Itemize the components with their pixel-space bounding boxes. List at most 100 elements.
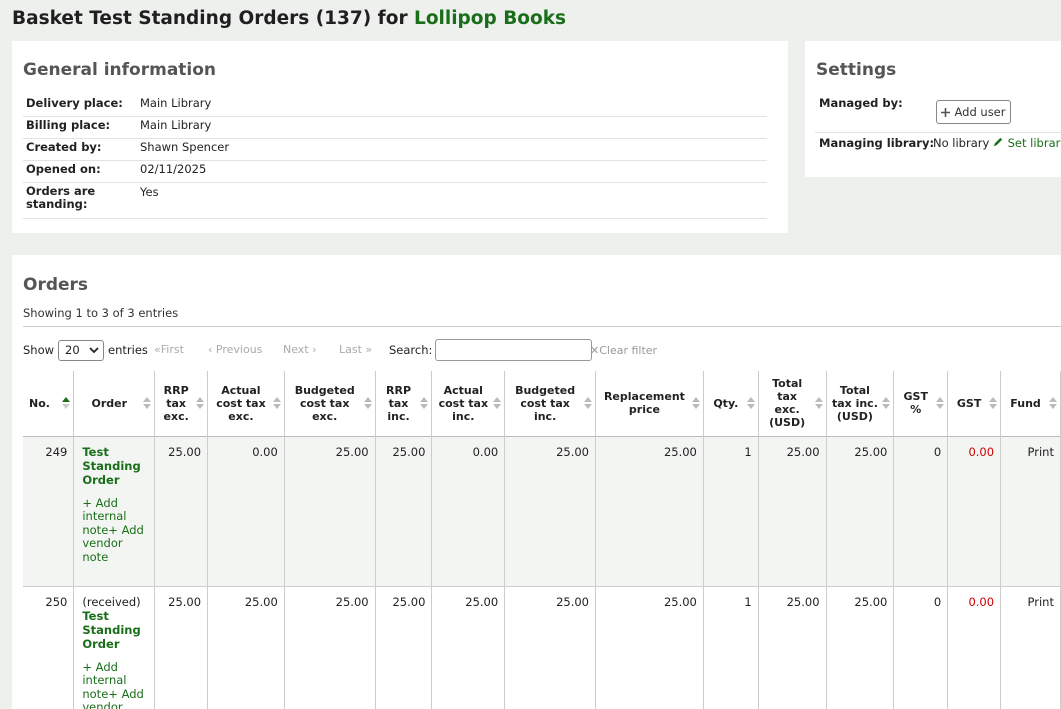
order-title-link[interactable]: Test Standing Order: [82, 609, 150, 651]
note-links: + Add internal note+ Add vendor note: [82, 495, 150, 565]
cell-budgeted-exc: 25.00: [284, 586, 376, 709]
col-header-replacement-price-label: Replacement price: [603, 390, 685, 417]
settings-panel: Settings Managed by: Add user Managing l…: [805, 41, 1061, 177]
page-title-text: Basket Test Standing Orders (137) for: [12, 8, 408, 29]
cell-budgeted-inc: 25.00: [504, 436, 597, 586]
delivery-place-value: Main Library: [140, 92, 767, 117]
general-information-panel: General information Delivery place: Main …: [12, 41, 788, 233]
cell-fund: Print: [1000, 586, 1061, 709]
plus-icon: [941, 107, 951, 117]
col-header-order[interactable]: Order: [73, 371, 156, 436]
sort-icon: [363, 397, 372, 410]
orders-divider: [23, 326, 1061, 327]
orders-panel: Orders Showing 1 to 3 of 3 entries Show …: [12, 255, 1061, 709]
sort-icon: [814, 397, 823, 410]
pager-last-label: Last: [339, 343, 362, 356]
col-header-actual-inc[interactable]: Actual cost tax inc.: [431, 371, 506, 436]
cell-rrp-inc: 25.00: [375, 586, 433, 709]
pager-last[interactable]: Last »: [339, 343, 372, 356]
col-header-gst-label: GST: [956, 396, 982, 410]
add-user-button[interactable]: Add user: [936, 100, 1011, 124]
general-info-table: Delivery place: Main Library Billing plac…: [23, 92, 767, 219]
sort-icon: [584, 397, 593, 410]
pager-previous-label: Previous: [215, 343, 263, 356]
sort-ascending-icon: [62, 397, 71, 410]
note-links: + Add internal note+ Add vendor note: [82, 659, 150, 709]
col-header-rrp-exc[interactable]: RRP tax exc.: [154, 371, 209, 436]
orders-standing-label: Orders are standing:: [23, 182, 140, 219]
plus-icon: +: [108, 522, 122, 537]
clear-filter-button[interactable]: ✕Clear filter: [590, 344, 657, 357]
created-by-label: Created by:: [23, 138, 140, 161]
col-header-budgeted-exc-label: Budgeted cost tax exc.: [294, 383, 355, 423]
opened-on-value: 02/11/2025: [140, 160, 767, 183]
plus-icon: +: [82, 659, 96, 674]
page-title: Basket Test Standing Orders (137) for Lo…: [12, 8, 566, 29]
sort-icon: [272, 397, 281, 410]
cell-order: Test Standing Order + Add internal note+…: [73, 436, 156, 586]
col-header-total-inc[interactable]: Total tax inc. (USD): [826, 371, 895, 436]
clear-filter-label: Clear filter: [599, 344, 658, 357]
col-header-gst-pct[interactable]: GST %: [893, 371, 949, 436]
pager-next[interactable]: Next ›: [283, 343, 317, 356]
col-header-order-label: Order: [91, 396, 128, 410]
showing-info: Showing 1 to 3 of 3 entries: [23, 306, 179, 320]
col-header-fund[interactable]: Fund: [1000, 371, 1061, 436]
pencil-icon: [993, 137, 1003, 147]
sort-icon: [989, 397, 998, 410]
search-label: Search:: [389, 343, 433, 357]
col-header-budgeted-exc[interactable]: Budgeted cost tax exc.: [284, 371, 376, 436]
cell-gst-pct: 0: [893, 586, 949, 709]
double-chevron-right-icon: »: [361, 343, 373, 356]
pager-previous[interactable]: ‹ Previous: [208, 343, 262, 356]
vendor-link[interactable]: Lollipop Books: [414, 8, 566, 29]
col-header-rrp-inc[interactable]: RRP tax inc.: [375, 371, 433, 436]
managing-library-value: No library Set library: [933, 136, 1061, 150]
received-label: (received): [82, 594, 141, 609]
settings-divider: [815, 132, 1061, 133]
col-header-no[interactable]: No.: [23, 371, 75, 436]
col-header-actual-inc-label: Actual cost tax inc.: [438, 383, 489, 423]
orders-heading: Orders: [23, 275, 89, 295]
no-library-text: No library: [933, 136, 990, 150]
page-length-select[interactable]: 20: [58, 339, 105, 361]
col-header-total-exc[interactable]: Total tax exc. (USD): [758, 371, 827, 436]
col-header-rrp-exc-label: RRP tax exc.: [163, 383, 189, 423]
col-header-budgeted-inc-label: Budgeted cost tax inc.: [515, 383, 576, 423]
col-header-gst[interactable]: GST: [947, 371, 1002, 436]
created-by-value: Shawn Spencer: [140, 138, 767, 161]
cell-total-exc: 25.00: [758, 586, 827, 709]
cell-budgeted-inc: 25.00: [504, 586, 597, 709]
order-title-link[interactable]: Test Standing Order: [82, 445, 150, 487]
cell-qty: 1: [703, 436, 759, 586]
col-header-fund-label: Fund: [1010, 396, 1041, 410]
search-input[interactable]: [435, 339, 593, 361]
cell-no: 249: [23, 436, 75, 586]
set-library-link[interactable]: Set library: [993, 136, 1061, 150]
orders-standing-value: Yes: [140, 182, 767, 219]
pager-first[interactable]: «First: [154, 343, 184, 356]
col-header-qty-label: Qty.: [713, 396, 739, 410]
sort-icon: [1049, 397, 1057, 410]
cell-order: (received) Test Standing Order + Add int…: [73, 586, 156, 709]
sort-icon: [493, 397, 502, 410]
entries-label: entries: [108, 343, 148, 357]
cell-actual-exc: 0.00: [207, 436, 285, 586]
cell-qty: 1: [703, 586, 759, 709]
sort-icon: [882, 397, 891, 410]
col-header-qty[interactable]: Qty.: [703, 371, 759, 436]
cell-fund: Print: [1000, 436, 1061, 586]
table-row: 249 Test Standing Order + Add internal n…: [23, 436, 1061, 586]
plus-icon: +: [82, 495, 96, 510]
col-header-actual-exc[interactable]: Actual cost tax exc.: [207, 371, 285, 436]
col-header-replacement-price[interactable]: Replacement price: [595, 371, 704, 436]
cell-actual-exc: 25.00: [207, 586, 285, 709]
col-header-no-label: No.: [29, 396, 50, 410]
cell-replacement-price: 25.00: [595, 436, 704, 586]
col-header-budgeted-inc[interactable]: Budgeted cost tax inc.: [504, 371, 597, 436]
cell-budgeted-exc: 25.00: [284, 436, 376, 586]
managed-by-label: Managed by:: [819, 96, 903, 110]
delivery-place-label: Delivery place:: [23, 92, 140, 117]
sort-icon: [196, 397, 205, 410]
managing-library-label: Managing library:: [819, 136, 935, 150]
